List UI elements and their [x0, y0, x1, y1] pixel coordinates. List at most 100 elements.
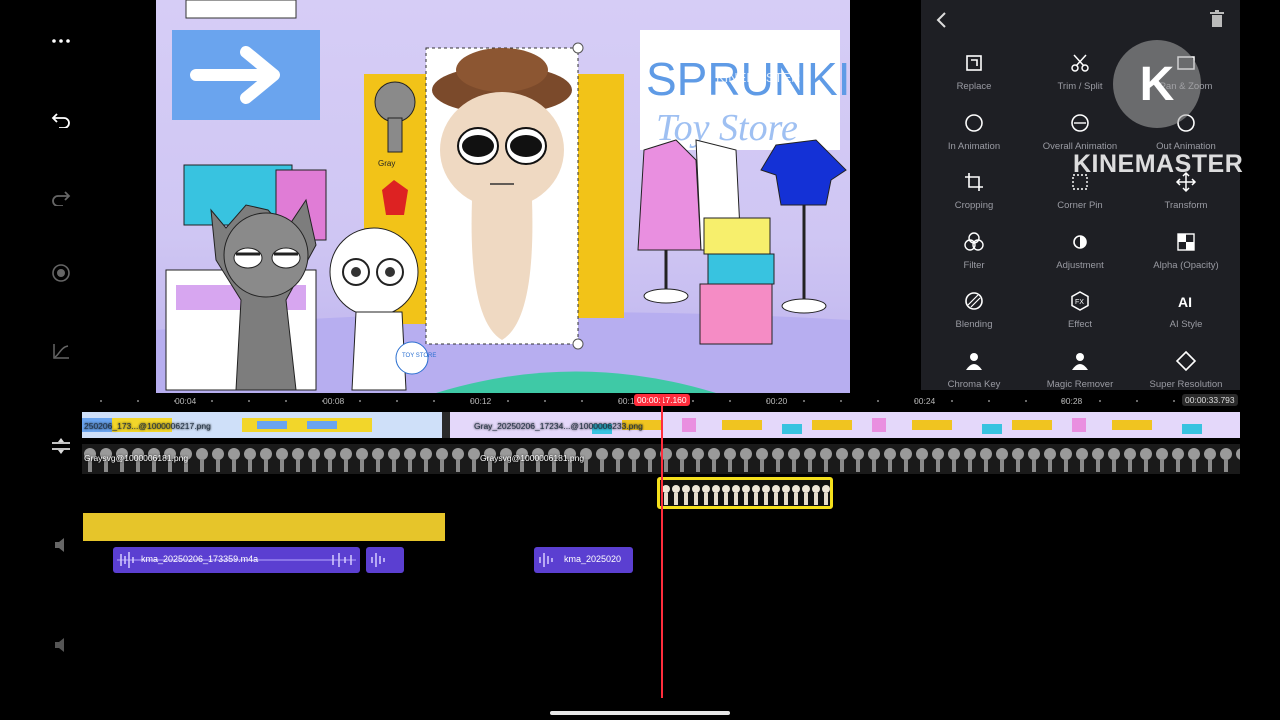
- gray-thumbnail: [676, 448, 688, 472]
- panel-option-ai-style[interactable]: AI AI Style: [1133, 280, 1239, 338]
- svg-text:FX: FX: [1075, 299, 1084, 306]
- panel-option-adjustment[interactable]: Adjustment: [1027, 221, 1133, 279]
- gray-thumbnail: [228, 448, 240, 472]
- left-toolbar: [40, 0, 82, 720]
- kinemaster-logo-icon: K: [1113, 40, 1201, 128]
- trash-icon[interactable]: [1209, 10, 1225, 33]
- gray-thumbnail: [900, 448, 912, 472]
- audio-track-icon[interactable]: [48, 532, 74, 558]
- audio-clip-3[interactable]: kma_2025020: [534, 547, 633, 573]
- plush-thumbnail: [664, 493, 668, 505]
- track-toggle-icon[interactable]: [48, 433, 74, 459]
- panel-option-label: Magic Remover: [1046, 378, 1114, 390]
- ruler-tick-label: 00:24: [914, 396, 936, 406]
- panel-option-in-animation[interactable]: In Animation: [921, 102, 1027, 160]
- gray-thumbnail: [644, 448, 656, 472]
- panel-option-chroma-key[interactable]: Chroma Key: [921, 340, 1027, 398]
- panel-option-super-resolution[interactable]: Super Resolution: [1133, 340, 1239, 398]
- toy-tag-text: TOY STORE: [402, 353, 436, 359]
- plush-thumbnail: [722, 485, 730, 493]
- super-resolution-icon: [1175, 346, 1197, 376]
- panel-option-label: Corner Pin: [1057, 200, 1103, 211]
- gray-thumbnail: [1172, 448, 1184, 472]
- panel-option-label: Adjustment: [1056, 259, 1104, 271]
- plush-thumbnail: [764, 493, 768, 505]
- panel-option-effect[interactable]: FX Effect: [1027, 280, 1133, 338]
- ruler-dot: [618, 400, 620, 402]
- chroma-key-icon: [963, 346, 985, 376]
- ruler-dot: [137, 400, 139, 402]
- panel-option-label: Transform: [1164, 200, 1208, 211]
- audio-clip-2[interactable]: [366, 547, 404, 573]
- audio-waveform-icon: [371, 553, 385, 567]
- ruler-dot: [877, 400, 879, 402]
- panel-option-magic-remover[interactable]: Magic Remover: [1027, 340, 1133, 398]
- plush-thumbnail: [784, 493, 788, 505]
- ruler-tick-label: 00:04: [175, 396, 197, 406]
- ruler-dot: [507, 400, 509, 402]
- ruler-dot: [100, 400, 102, 402]
- gray-thumbnail: [932, 448, 944, 472]
- ruler-dot: [803, 400, 805, 402]
- gray-thumbnail: [1140, 448, 1152, 472]
- redo-icon[interactable]: [48, 184, 74, 210]
- ruler-dot: [359, 400, 361, 402]
- capture-icon[interactable]: [48, 260, 74, 286]
- home-indicator: [550, 711, 730, 715]
- gray-thumbnail: [388, 448, 400, 472]
- plush-thumbnail: [792, 485, 800, 493]
- preview-scene: TOY STORE Gray SPRUNKI Toy Store KINEMAS…: [156, 0, 850, 393]
- gray-thumbnail: [708, 448, 720, 472]
- ruler-dot: [1136, 400, 1138, 402]
- gray-thumbnail: [452, 448, 464, 472]
- ruler-dot: [1025, 400, 1027, 402]
- text-layer-clip[interactable]: [83, 513, 445, 541]
- gray-thumbnail: [612, 448, 624, 472]
- kinemaster-watermark: KINEMASTER: [1073, 150, 1244, 178]
- alpha-icon: [1175, 227, 1197, 257]
- selected-overlay-clip[interactable]: [657, 477, 833, 509]
- plush-thumbnail: [702, 485, 710, 493]
- back-chevron-icon[interactable]: [933, 10, 951, 35]
- plush-thumbnail: [804, 493, 808, 505]
- plush-thumbnail: [684, 493, 688, 505]
- gray-thumbnail: [756, 448, 768, 472]
- gray-thumbnail: [868, 448, 880, 472]
- preview-watermark: KINEMASTER: [716, 70, 801, 85]
- panel-option-blending[interactable]: Blending: [921, 280, 1027, 338]
- ruler-dot: [1099, 400, 1101, 402]
- panel-option-label: Filter: [963, 259, 985, 271]
- gray-thumbnail: [980, 448, 992, 472]
- playhead[interactable]: [661, 396, 663, 698]
- plush-thumbnail: [724, 493, 728, 505]
- more-dots-icon[interactable]: [48, 28, 74, 54]
- gray-thumbnail: [420, 448, 432, 472]
- panel-option-cropping[interactable]: Cropping: [921, 161, 1027, 219]
- gray-thumbnail: [1028, 448, 1040, 472]
- plush-thumbnail: [662, 485, 670, 493]
- ruler-dot: [174, 400, 176, 402]
- plush-thumbnail: [772, 485, 780, 493]
- gray-thumbnail: [468, 448, 480, 472]
- plush-thumbnail: [814, 493, 818, 505]
- audio-clip-1[interactable]: kma_20250206_173359.m4a: [113, 547, 360, 573]
- adjustment-icon: [1069, 227, 1091, 257]
- gray-thumbnail: [1124, 448, 1136, 472]
- audio-clip-3-label: kma_2025020: [564, 554, 622, 564]
- keyframe-curve-icon[interactable]: [48, 338, 74, 364]
- ruler-tick-label: 00:12: [470, 396, 492, 406]
- panel-option-label: Cropping: [954, 200, 994, 211]
- gray-thumbnail: [324, 448, 336, 472]
- crop-icon: [963, 167, 985, 197]
- image-clip-1-label: Graysvg@1000006181.png: [84, 453, 189, 463]
- video-preview[interactable]: TOY STORE Gray SPRUNKI Toy Store KINEMAS…: [156, 0, 850, 393]
- panel-option-replace[interactable]: Replace: [921, 42, 1027, 100]
- ruler-dot: [988, 400, 990, 402]
- panel-option-alpha-opacity[interactable]: Alpha (Opacity): [1133, 221, 1239, 279]
- magic-remover-icon: [1069, 346, 1091, 376]
- plush-thumbnail: [802, 485, 810, 493]
- voice-track-icon[interactable]: [48, 632, 74, 658]
- panel-option-filter[interactable]: Filter: [921, 221, 1027, 279]
- undo-icon[interactable]: [48, 106, 74, 132]
- gray-thumbnail: [964, 448, 976, 472]
